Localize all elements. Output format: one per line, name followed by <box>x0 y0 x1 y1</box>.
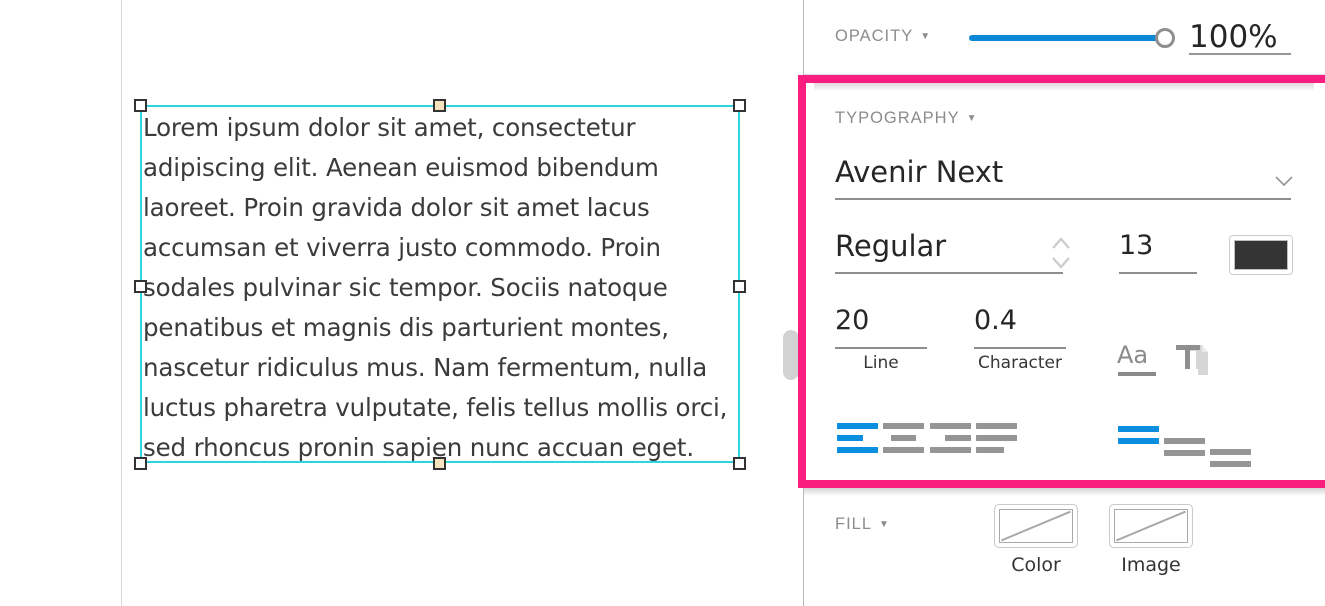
text-frame-icon[interactable] <box>1172 339 1212 379</box>
font-family-value: Avenir Next <box>835 155 1004 189</box>
design-canvas[interactable]: Lorem ipsum dolor sit amet, consectetur … <box>0 0 803 606</box>
opacity-value[interactable]: 100% <box>1189 19 1289 55</box>
font-family-select[interactable]: Avenir Next <box>835 155 1291 189</box>
resize-handle-bottom-center[interactable] <box>433 457 446 470</box>
font-weight-value[interactable]: Regular <box>835 229 946 263</box>
line-spacing-label: Line <box>863 353 899 373</box>
text-case-icon[interactable]: Aa <box>1117 341 1161 379</box>
typography-top-shadow <box>814 83 1314 91</box>
opacity-slider[interactable] <box>969 35 1167 41</box>
canvas-left-guide <box>121 0 122 606</box>
resize-handle-top-left[interactable] <box>134 99 147 112</box>
font-color-swatch[interactable] <box>1229 235 1293 275</box>
resize-handle-middle-left[interactable] <box>134 280 147 293</box>
typography-label: TYPOGRAPHY <box>835 109 960 127</box>
section-separator <box>804 74 1325 75</box>
fill-image-swatch[interactable] <box>1109 504 1193 548</box>
fill-image-option[interactable]: Image <box>1109 504 1197 576</box>
chevron-down-icon[interactable]: ▼ <box>920 31 930 42</box>
align-right-button[interactable] <box>930 423 971 454</box>
font-color-chip <box>1234 240 1288 270</box>
align-left-button[interactable] <box>837 423 878 454</box>
resize-handle-bottom-left[interactable] <box>134 457 147 470</box>
canvas-text-object[interactable]: Lorem ipsum dolor sit amet, consectetur … <box>143 108 743 468</box>
align-top-button[interactable] <box>1118 426 1159 446</box>
inspector-panel: OPACITY ▼ 100% TYPOGRAPHY ▼ Avenir Next Re… <box>798 0 1325 606</box>
panel-scrollbar-thumb[interactable] <box>783 330 799 380</box>
font-family-underline <box>835 198 1291 200</box>
line-spacing-value[interactable]: 20 <box>835 305 869 336</box>
chevron-down-icon[interactable]: ▼ <box>879 519 889 530</box>
stepper-up-down-icon[interactable] <box>1049 235 1073 271</box>
text-case-label: Aa <box>1117 341 1149 369</box>
resize-handle-top-center[interactable] <box>433 99 446 112</box>
align-middle-button[interactable] <box>1164 438 1205 458</box>
typography-section-header[interactable]: TYPOGRAPHY ▼ <box>835 109 977 128</box>
align-justify-button[interactable] <box>976 423 1017 454</box>
fill-section: FILL ▼ Color Image <box>804 488 1325 606</box>
fill-color-label: Color <box>1011 554 1061 576</box>
opacity-section-header[interactable]: OPACITY ▼ <box>835 27 930 46</box>
diagonal-line-icon <box>1114 509 1188 543</box>
fill-label: FILL <box>835 515 873 533</box>
align-center-button[interactable] <box>883 423 924 454</box>
text-case-underline <box>1118 372 1156 376</box>
font-weight-underline <box>835 272 1063 274</box>
fill-top-shadow <box>804 488 1325 496</box>
fill-color-option[interactable]: Color <box>994 504 1082 576</box>
typography-section: TYPOGRAPHY ▼ Avenir Next Regular 13 20 Li… <box>804 83 1325 480</box>
fill-section-header[interactable]: FILL ▼ <box>835 515 889 534</box>
fill-image-label: Image <box>1121 554 1181 576</box>
character-spacing-value[interactable]: 0.4 <box>974 305 1017 336</box>
resize-handle-bottom-right[interactable] <box>733 457 746 470</box>
opacity-field-underline <box>1189 53 1291 55</box>
opacity-slider-knob[interactable] <box>1155 28 1175 48</box>
resize-handle-middle-right[interactable] <box>733 280 746 293</box>
font-size-underline <box>1119 272 1197 274</box>
chevron-down-icon[interactable] <box>1275 175 1293 187</box>
character-spacing-label: Character <box>978 353 1062 373</box>
diagonal-line-icon <box>999 509 1073 543</box>
resize-handle-top-right[interactable] <box>733 99 746 112</box>
opacity-label: OPACITY <box>835 27 914 45</box>
line-spacing-underline <box>835 347 927 349</box>
chevron-down-icon[interactable]: ▼ <box>967 113 977 124</box>
align-bottom-button[interactable] <box>1210 449 1251 469</box>
fill-color-swatch[interactable] <box>994 504 1078 548</box>
character-spacing-underline <box>974 347 1066 349</box>
opacity-section: OPACITY ▼ 100% <box>804 0 1325 75</box>
font-size-value[interactable]: 13 <box>1119 230 1153 261</box>
opacity-slider-fill <box>969 35 1159 41</box>
